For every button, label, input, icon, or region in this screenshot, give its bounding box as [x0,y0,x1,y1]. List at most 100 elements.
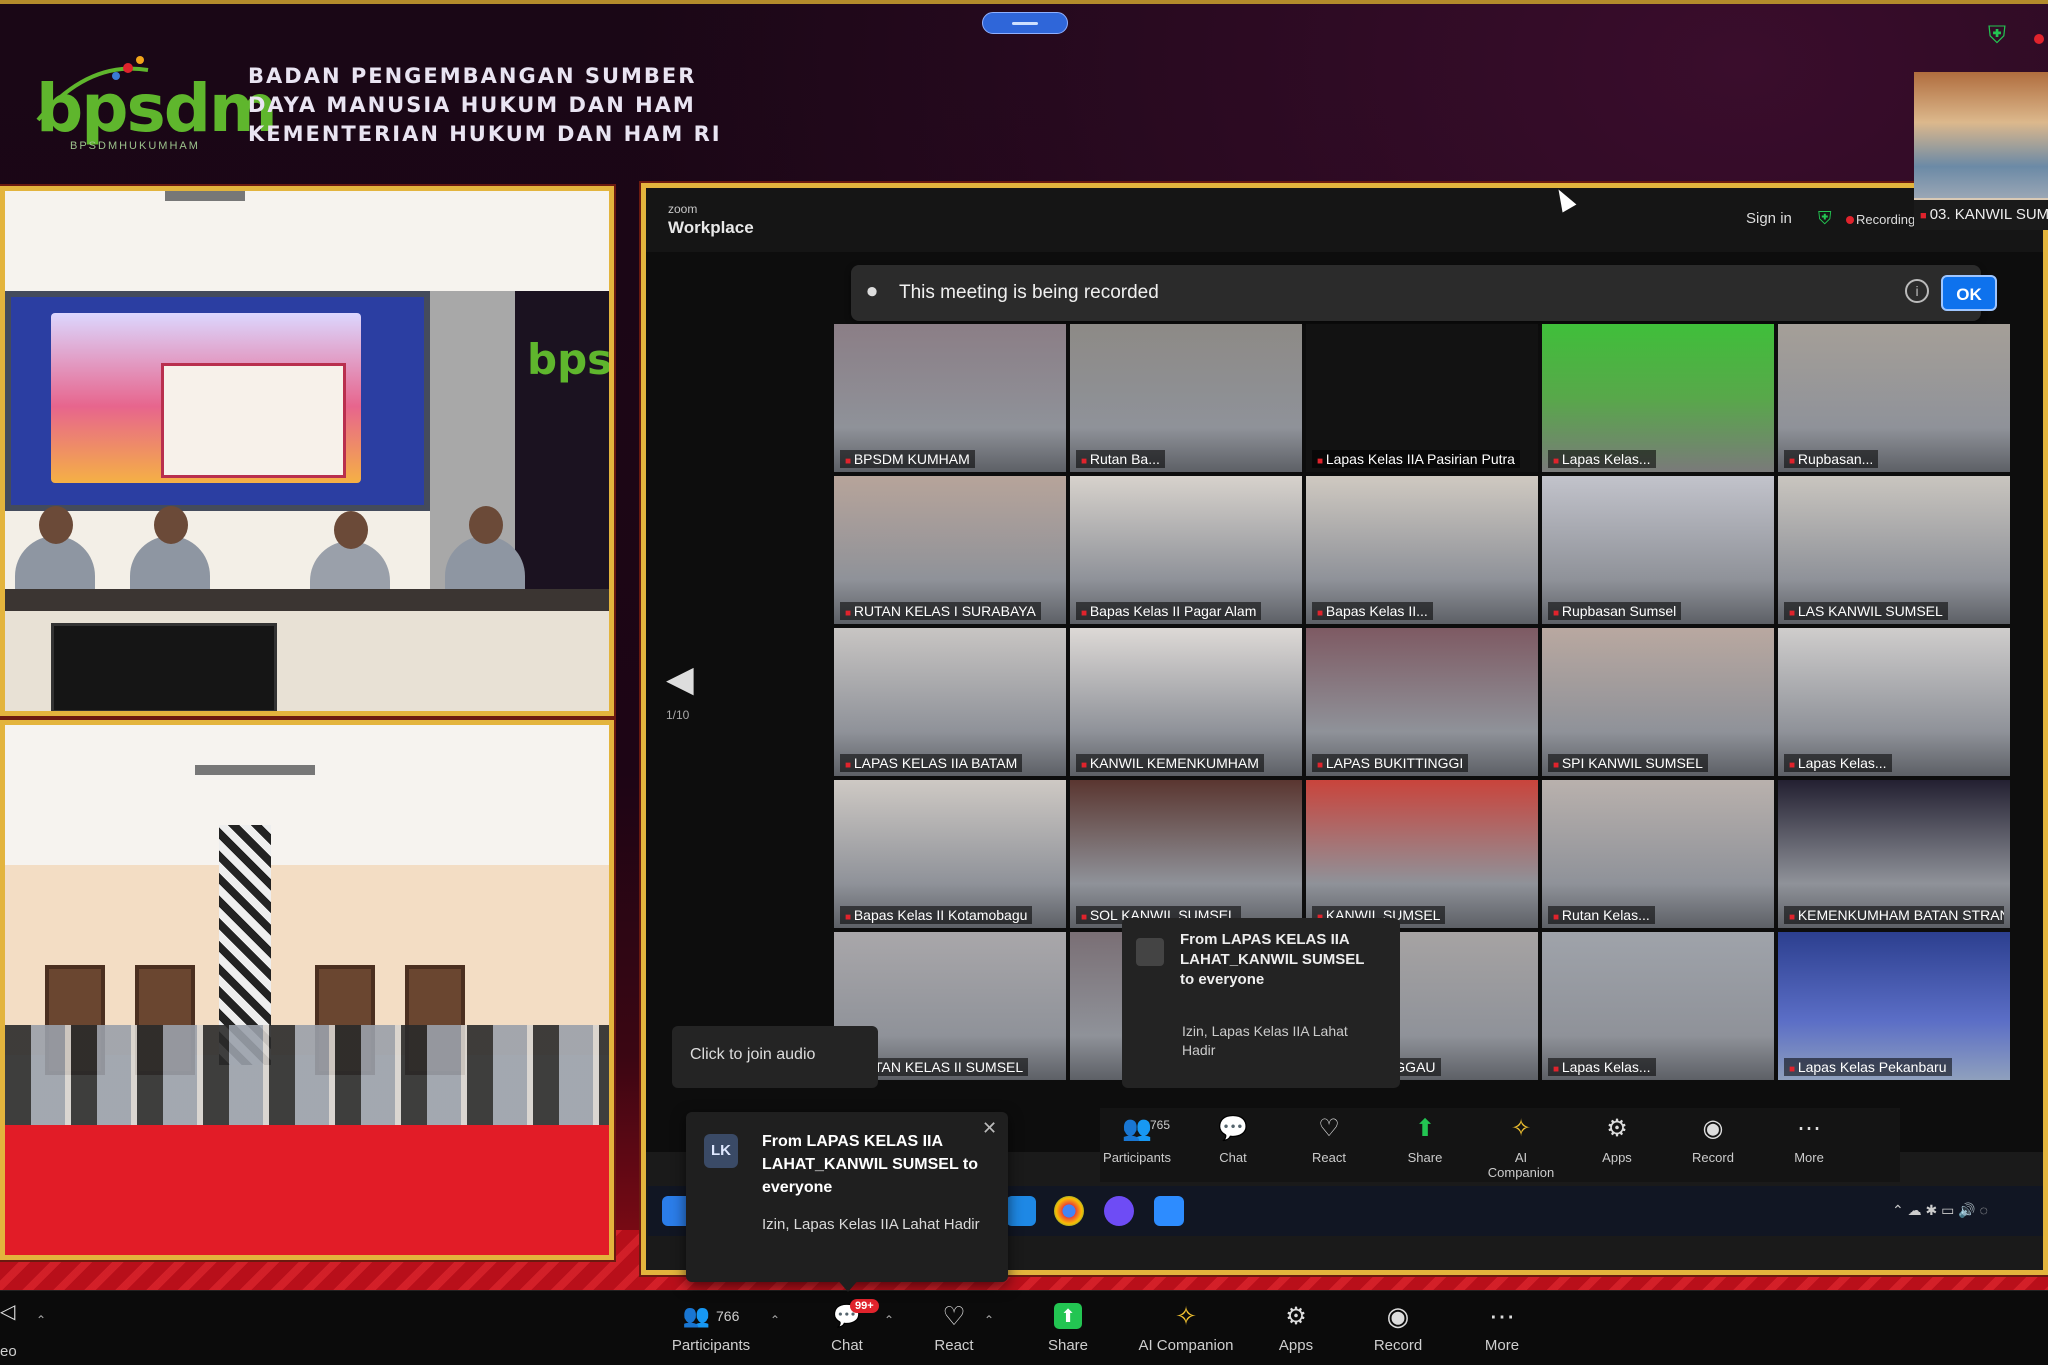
chat-caret-icon[interactable]: ⌃ [884,1313,894,1327]
participant-name: SPI KANWIL SUMSEL [1548,754,1708,772]
inner-share-button[interactable]: ⬆ Share [1388,1114,1462,1165]
share-label: Share [1047,1337,1089,1354]
top-shield-icon[interactable]: ⛨ [1988,22,2006,50]
participant-tile[interactable]: RUTAN KELAS I SURABAYA [834,476,1066,624]
chrome-icon[interactable] [1054,1196,1084,1226]
more-button[interactable]: ⋯ More [1474,1299,1530,1355]
participant-tile[interactable]: Lapas Kelas Pekanbaru [1778,932,2010,1080]
apps-icon: ⚙ [1285,1302,1307,1330]
ai-companion-icon: ✧ [1175,1300,1197,1331]
participants-label: Participants [671,1337,751,1354]
participant-tile[interactable]: SPI KANWIL SUMSEL [1542,628,1774,776]
react-caret-icon[interactable]: ⌃ [984,1313,994,1327]
ai-companion-button[interactable]: ✧ AI Companion [1134,1299,1238,1355]
share-button[interactable]: ⬆ Share [1040,1299,1096,1354]
video-panel-hall [0,720,614,1260]
audience [5,1025,609,1135]
participant-gallery: BPSDM KUMHAM Rutan Ba... Lapas Kelas IIA P… [834,324,2010,1080]
chat-button[interactable]: 💬 99+ Chat [820,1299,879,1354]
participant-tile[interactable]: KANWIL KEMENKUMHAM [1070,628,1302,776]
participant-tile[interactable]: BPSDM KUMHAM [834,324,1066,472]
app-shield-icon[interactable] [1104,1196,1134,1226]
participant-tile[interactable]: Lapas Kelas... [1778,628,2010,776]
video-panel-studio: bps [0,186,614,716]
inner-apps-button[interactable]: ⚙ Apps [1580,1114,1654,1165]
participant-tile[interactable]: KEMENKUMHAM BATAN STRANS [1778,780,2010,928]
screen-share-pill[interactable] [982,12,1068,34]
participant-tile[interactable]: Rutan Ba... [1070,324,1302,472]
more-icon: ⋯ [1797,1115,1821,1142]
participant-name: Lapas Kelas... [1548,1058,1656,1076]
inner-chat-button[interactable]: 💬 Chat [1196,1114,1270,1165]
participant-tile[interactable]: Rupbasan... [1778,324,2010,472]
participant-tile[interactable]: KANWIL SUMSEL [1306,780,1538,928]
participant-tile[interactable]: Rutan Kelas... [1542,780,1774,928]
red-table-cloth [5,1125,609,1255]
recording-notice: ⏺ This meeting is being recorded i OK [851,265,1997,321]
chat-icon: 💬 [1218,1115,1248,1142]
participant-name: Lapas Kelas Pekanbaru [1784,1058,1952,1076]
encryption-shield-icon[interactable]: ⛨ [1818,208,1836,230]
wall-display [5,291,430,511]
inner-chat-popover[interactable]: From LAPAS KELAS IIA LAHAT_KANWIL SUMSEL… [1122,918,1400,1088]
chat-badge: 99+ [850,1299,879,1313]
more-label: More [1484,1337,1520,1354]
ai-companion-label: AI Companion [1138,1337,1234,1354]
participant-tile[interactable]: Lapas Kelas... [1542,324,1774,472]
participants-button[interactable]: 👥 766 Participants [666,1299,756,1354]
zoom-app-icon[interactable] [1154,1196,1184,1226]
participant-tile[interactable]: Lapas Kelas... [1542,932,1774,1080]
more-icon: ⋯ [1489,1300,1515,1331]
participant-name: LAPAS BUKITTINGGI [1312,754,1469,772]
top-gold-line [0,0,2048,4]
participant-tile[interactable]: SOL KANWIL SUMSEL [1070,780,1302,928]
participant-name: Bapas Kelas II Pagar Alam [1076,602,1262,620]
participant-tile[interactable]: Bapas Kelas II Kotamobagu [834,780,1066,928]
participants-caret-icon[interactable]: ⌃ [770,1313,780,1327]
participant-tile[interactable]: Rupbasan Sumsel [1542,476,1774,624]
chat-notification[interactable]: LK ✕ From LAPAS KELAS IIA LAHAT_KANWIL S… [686,1112,1008,1292]
record-button[interactable]: ◉ Record [1366,1299,1430,1355]
org-line-3: KEMENTERIAN HUKUM DAN HAM RI [248,122,722,146]
sign-in-link[interactable]: Sign in [1746,210,1792,227]
participant-tile[interactable]: LAS KANWIL SUMSEL [1778,476,2010,624]
inner-toolbar-label: Apps [1602,1150,1632,1165]
stop-video-icon[interactable]: ◁ [0,1299,15,1324]
participant-name: Rupbasan Sumsel [1548,602,1682,620]
share-icon: ⬆ [1414,1115,1436,1142]
inner-ai-companion-button[interactable]: ✧ AI Companion [1484,1114,1558,1180]
inner-react-button[interactable]: ♡ React [1292,1114,1366,1165]
system-tray-icons[interactable]: ⌃ ☁ ✱ ▭ 🔊 ◌ [1892,1202,1988,1219]
studio-monitor [51,623,277,711]
participant-tile[interactable]: Bapas Kelas II... [1306,476,1538,624]
record-icon: ◉ [1386,1300,1410,1331]
inner-record-button[interactable]: ◉ Record [1676,1114,1750,1165]
zoom-titlebar: zoom Workplace Sign in ⛨ Recording [646,188,2043,252]
recording-ok-button[interactable]: OK [1941,275,1997,311]
org-line-1: BADAN PENGEMBANGAN SUMBER [248,64,697,88]
participants-icon: 👥 [682,1303,711,1328]
recording-notice-text: This meeting is being recorded [899,282,1159,303]
file-explorer-icon[interactable] [1006,1196,1036,1226]
participant-tile[interactable]: LAPAS BUKITTINGGI [1306,628,1538,776]
inner-participants-button[interactable]: 👥 Participants 765 [1100,1114,1174,1165]
video-label: eo [0,1343,17,1360]
participant-tile[interactable]: Bapas Kelas II Pagar Alam [1070,476,1302,624]
react-button[interactable]: ♡ React [926,1299,982,1355]
top-recording-icon [2034,34,2044,44]
join-audio-tooltip[interactable]: Click to join audio [672,1026,878,1088]
popover-message: Izin, Lapas Kelas IIA Lahat Hadir [1182,1023,1348,1058]
self-view-name: 03. KANWIL SUMSEL [1914,200,2048,230]
video-options-caret-icon[interactable]: ⌃ [36,1313,46,1327]
inner-more-button[interactable]: ⋯ More [1772,1114,1846,1165]
chat-notification-message: Izin, Lapas Kelas IIA Lahat Hadir [762,1216,980,1233]
hall-scene [5,725,609,1255]
logo-subtitle: BPSDMHUKUMHAM [70,140,200,152]
apps-button[interactable]: ⚙ Apps [1270,1299,1322,1355]
previous-page-arrow-icon[interactable]: ◀ [666,658,694,700]
self-view-video[interactable]: 03. KANWIL SUMSEL [1914,72,2048,230]
info-icon[interactable]: i [1905,279,1929,303]
apps-label: Apps [1278,1337,1314,1354]
participant-tile[interactable]: Lapas Kelas IIA Pasirian Putra [1306,324,1538,472]
participant-tile[interactable]: LAPAS KELAS IIA BATAM [834,628,1066,776]
